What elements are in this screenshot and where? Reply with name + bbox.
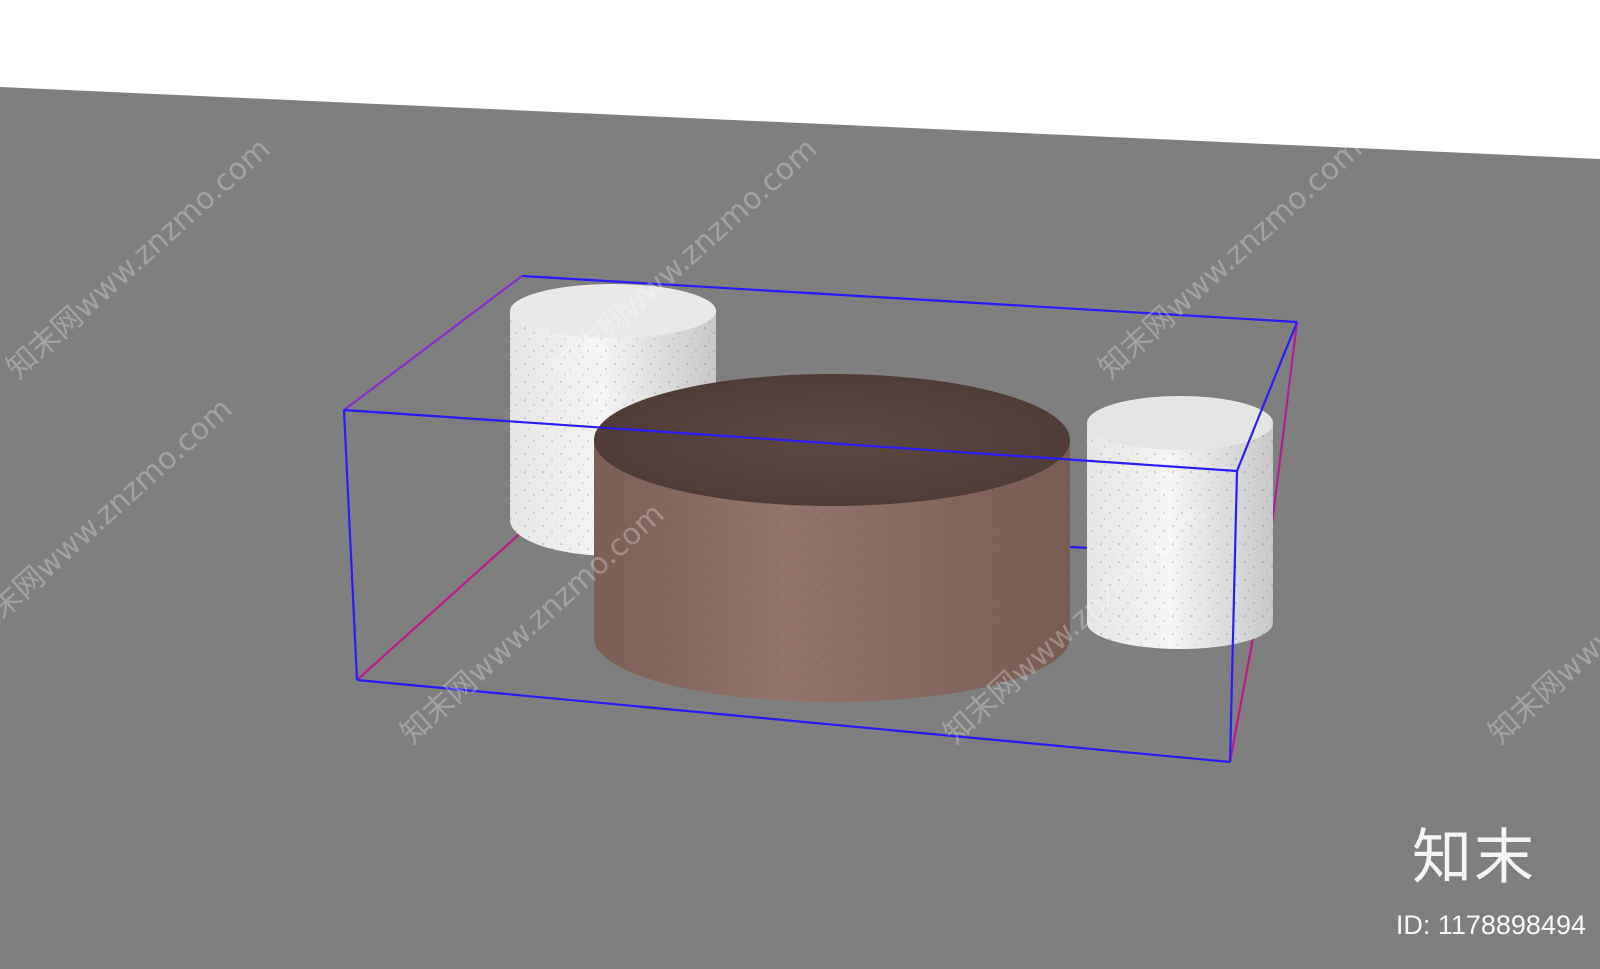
scene-canvas: 知末网www.znzmo.com 知末网www.znzmo.com 知末网www… (0, 87, 1600, 969)
brand-logo: 知末 (1412, 823, 1536, 893)
asset-id-label: ID: 1178898494 (1395, 910, 1586, 940)
round-table (594, 374, 1070, 702)
3d-viewport[interactable]: 知末网www.znzmo.com 知末网www.znzmo.com 知末网www… (0, 0, 1600, 969)
